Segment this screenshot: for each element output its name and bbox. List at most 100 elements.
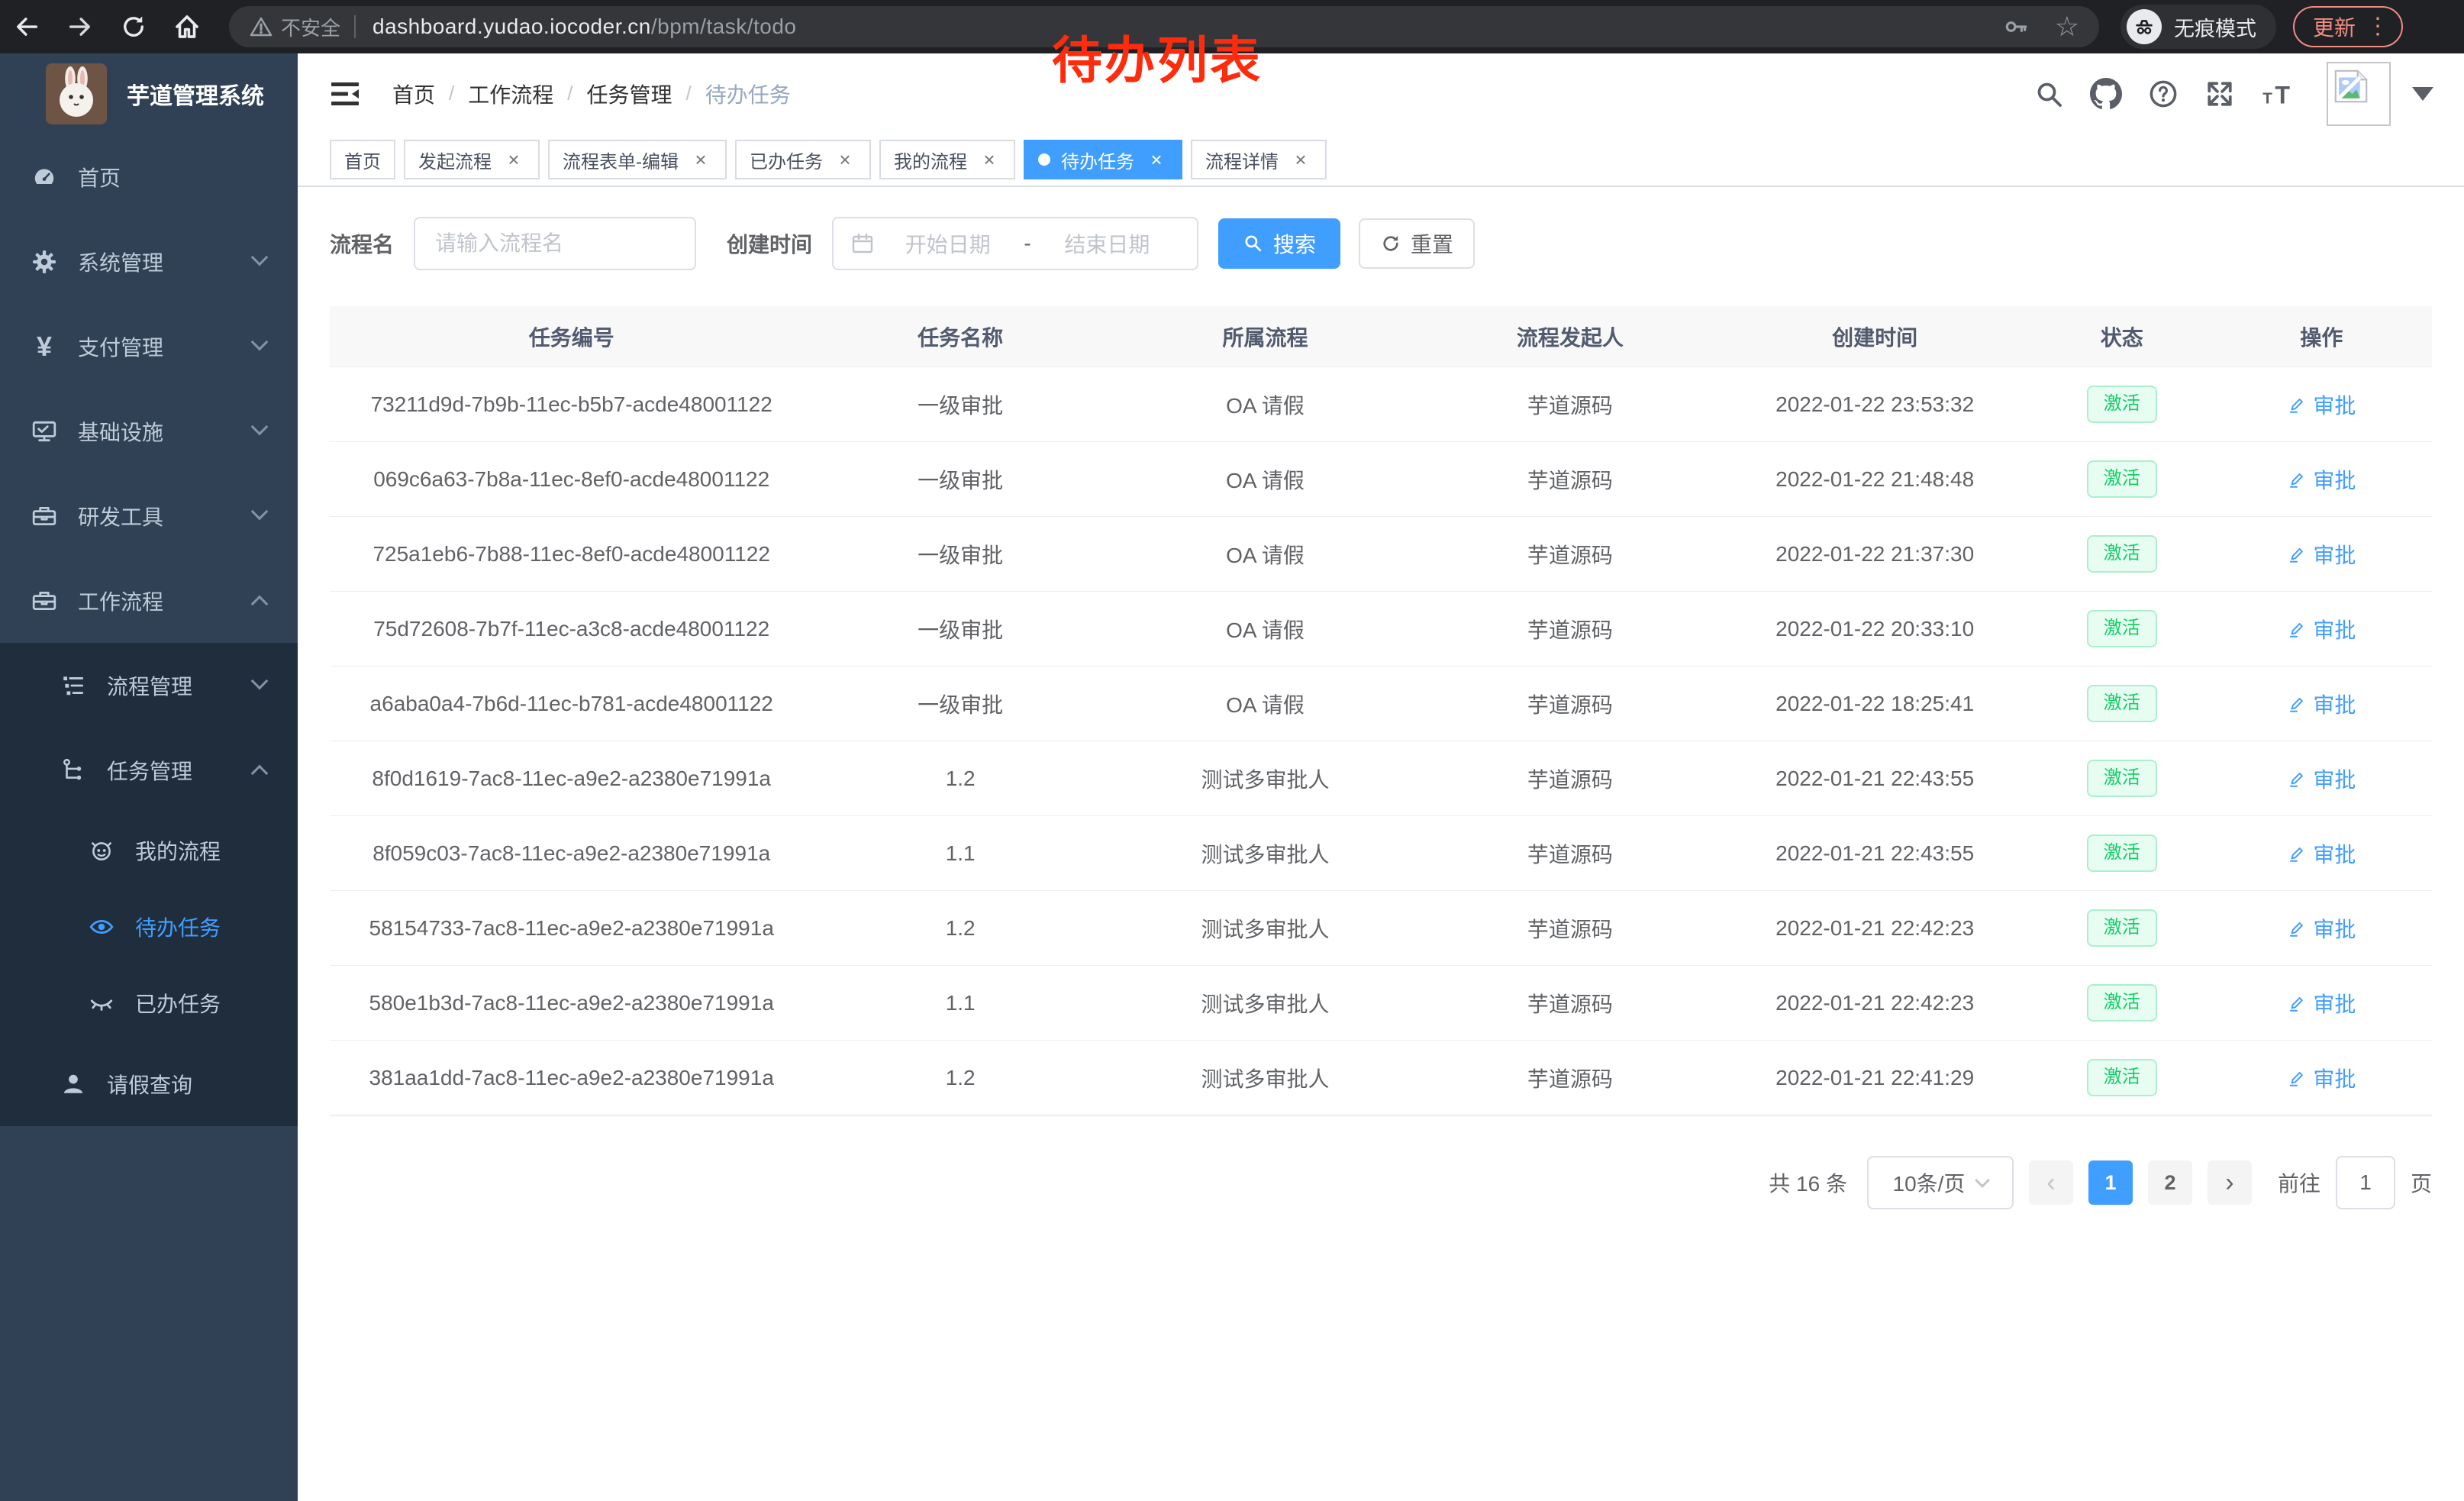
browser-toolbar: 不安全 dashboard.yudao.iocoder.cn/bpm/task/…	[0, 0, 2464, 53]
tab-close-icon[interactable]	[1145, 148, 1168, 171]
breadcrumb-task-management[interactable]: 任务管理	[587, 79, 672, 109]
approve-link[interactable]: 审批	[2287, 913, 2356, 944]
sidebar-item-process-management[interactable]: 流程管理	[0, 643, 298, 728]
sidebar-item-done-tasks[interactable]: 已办任务	[0, 965, 298, 1041]
approve-link[interactable]: 审批	[2287, 838, 2356, 869]
tab-process-detail[interactable]: 流程详情	[1191, 140, 1327, 179]
avatar-dropdown-caret[interactable]	[2412, 87, 2433, 101]
fullscreen-button[interactable]	[2204, 79, 2235, 109]
page-size-select[interactable]: 10条/页	[1867, 1156, 2014, 1209]
edit-pen-icon	[2287, 694, 2307, 714]
table-row: 069c6a63-7b8a-11ec-8ef0-acde48001122 一级审…	[330, 442, 2432, 517]
cell-task-name: 1.2	[813, 767, 1108, 791]
status-badge: 激活	[2087, 610, 2157, 647]
approve-link[interactable]: 审批	[2287, 689, 2356, 719]
cell-task-id: 069c6a63-7b8a-11ec-8ef0-acde48001122	[330, 467, 813, 492]
tab-home[interactable]: 首页	[330, 140, 395, 179]
approve-link[interactable]: 审批	[2287, 389, 2356, 420]
approve-link[interactable]: 审批	[2287, 1063, 2356, 1093]
page-button-2[interactable]: 2	[2148, 1160, 2192, 1205]
cell-task-id: 8f0d1619-7ac8-11ec-a9e2-a2380e71991a	[330, 767, 813, 791]
search-button[interactable]: 搜索	[1218, 218, 1340, 269]
cell-starter: 芋道源码	[1423, 988, 1717, 1018]
approve-link[interactable]: 审批	[2287, 763, 2356, 794]
toolbox-icon	[31, 503, 58, 529]
browser-reload-button[interactable]	[107, 0, 160, 53]
sidebar-item-dev-tools[interactable]: 研发工具	[0, 473, 298, 558]
breadcrumb-workflow[interactable]: 工作流程	[468, 79, 553, 109]
tab-todo-tasks[interactable]: 待办任务	[1024, 140, 1182, 179]
cell-starter: 芋道源码	[1423, 614, 1717, 644]
sidebar-item-my-process[interactable]: 我的流程	[0, 812, 298, 889]
tab-close-icon[interactable]	[689, 148, 712, 171]
password-key-button[interactable]	[2003, 14, 2029, 40]
cell-create-time: 2022-01-22 21:37:30	[1717, 542, 2033, 567]
cell-starter: 芋道源码	[1423, 1063, 1717, 1093]
tab-start-process[interactable]: 发起流程	[404, 140, 540, 179]
font-size-button[interactable]: TT	[2261, 79, 2296, 109]
cell-task-name: 1.1	[813, 841, 1108, 866]
sidebar-item-todo-tasks[interactable]: 待办任务	[0, 889, 298, 965]
help-doc-button[interactable]	[2148, 79, 2179, 109]
sidebar-collapse-button[interactable]	[328, 79, 362, 109]
approve-link[interactable]: 审批	[2287, 539, 2356, 570]
prev-page-button[interactable]: ‹	[2029, 1160, 2073, 1205]
chevron-down-icon	[251, 334, 269, 351]
gear-icon	[31, 249, 58, 275]
next-page-button[interactable]: ›	[2208, 1160, 2252, 1205]
browser-forward-button[interactable]	[53, 0, 107, 53]
address-bar[interactable]: 不安全 dashboard.yudao.iocoder.cn/bpm/task/…	[229, 6, 2099, 47]
sidebar: 芋道管理系统 首页 系统管理 ¥ 支付管理 基础设施	[0, 53, 298, 1501]
status-badge: 激活	[2087, 834, 2157, 872]
sidebar-item-home[interactable]: 首页	[0, 134, 298, 219]
sidebar-item-label: 研发工具	[78, 501, 163, 531]
page-content: 流程名 创建时间 开始日期 - 结束日期 搜索 重置	[298, 187, 2464, 1501]
tab-done-tasks[interactable]: 已办任务	[735, 140, 871, 179]
task-table: 任务编号 任务名称 所属流程 流程发起人 创建时间 状态 操作 73211d9d…	[330, 306, 2432, 1116]
sidebar-item-infrastructure[interactable]: 基础设施	[0, 389, 298, 473]
date-range-picker[interactable]: 开始日期 - 结束日期	[832, 217, 1198, 270]
user-avatar-broken-image[interactable]	[2327, 62, 2391, 126]
tab-close-icon[interactable]	[502, 148, 525, 171]
sidebar-item-workflow[interactable]: 工作流程	[0, 558, 298, 643]
star-icon: ☆	[2055, 13, 2079, 40]
status-badge: 激活	[2087, 535, 2157, 573]
approve-link[interactable]: 审批	[2287, 614, 2356, 644]
page-url: dashboard.yudao.iocoder.cn/bpm/task/todo	[373, 15, 796, 39]
approve-link[interactable]: 审批	[2287, 988, 2356, 1018]
cell-task-name: 一级审批	[813, 464, 1108, 495]
cell-process: OA 请假	[1108, 614, 1423, 644]
app-title: 芋道管理系统	[127, 77, 264, 111]
bookmark-star-button[interactable]: ☆	[2055, 13, 2079, 40]
tab-close-icon[interactable]	[1289, 148, 1312, 171]
sidebar-logo[interactable]: 芋道管理系统	[0, 53, 298, 134]
sidebar-item-label: 工作流程	[78, 586, 163, 616]
sidebar-item-system[interactable]: 系统管理	[0, 219, 298, 304]
cell-status: 激活	[2033, 460, 2211, 498]
chrome-update-button[interactable]: 更新 ⋮	[2293, 6, 2403, 47]
sidebar-item-leave-query[interactable]: 请假查询	[0, 1041, 298, 1126]
approve-link[interactable]: 审批	[2287, 464, 2356, 495]
tab-my-process[interactable]: 我的流程	[879, 140, 1015, 179]
process-name-input[interactable]	[414, 217, 696, 270]
github-link[interactable]	[2090, 78, 2122, 110]
header-search-button[interactable]	[2033, 79, 2064, 109]
page-button-1[interactable]: 1	[2088, 1160, 2133, 1205]
browser-home-button[interactable]	[160, 0, 214, 53]
status-badge: 激活	[2087, 760, 2157, 797]
tab-form-edit[interactable]: 流程表单-编辑	[548, 140, 727, 179]
refresh-icon	[1380, 233, 1401, 254]
goto-page-input[interactable]	[2336, 1156, 2395, 1209]
sidebar-item-payment[interactable]: ¥ 支付管理	[0, 304, 298, 389]
breadcrumb-home[interactable]: 首页	[392, 79, 435, 109]
tab-close-icon[interactable]	[978, 148, 1001, 171]
chevron-down-icon	[251, 673, 269, 690]
browser-back-button[interactable]	[0, 0, 53, 53]
cell-create-time: 2022-01-22 18:25:41	[1717, 692, 2033, 716]
start-date-placeholder: 开始日期	[875, 228, 1021, 259]
sidebar-item-label: 首页	[78, 162, 121, 192]
reset-button[interactable]: 重置	[1359, 218, 1475, 269]
sidebar-item-task-management[interactable]: 任务管理	[0, 728, 298, 812]
browser-menu-icon[interactable]: ⋮	[2366, 15, 2389, 38]
tab-close-icon[interactable]	[834, 148, 856, 171]
